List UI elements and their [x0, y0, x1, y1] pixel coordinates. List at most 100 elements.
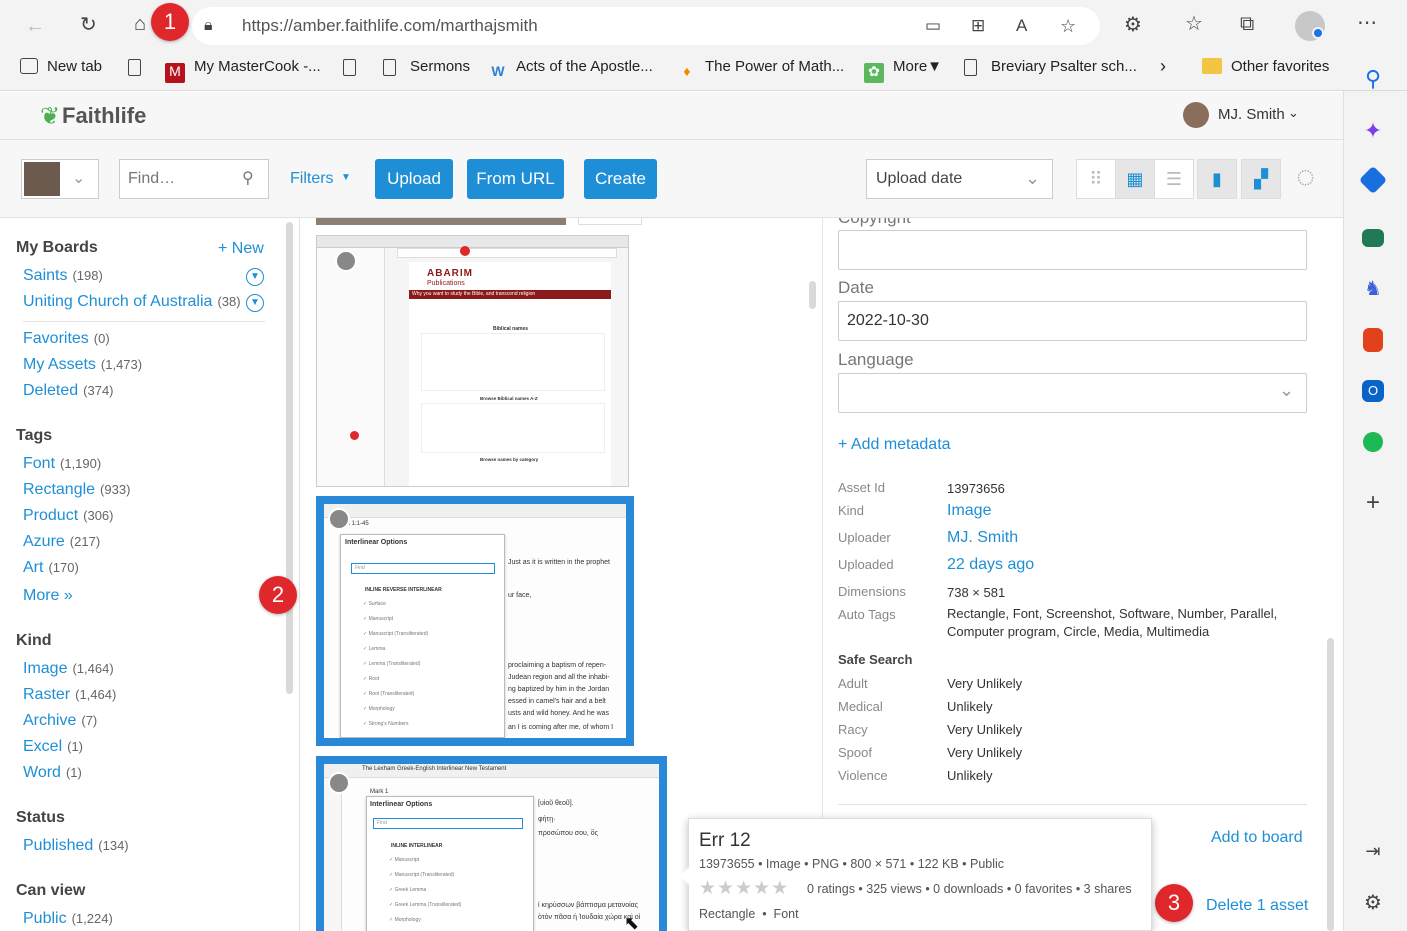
kind-archive[interactable]: Archive (7) [23, 712, 97, 730]
new-board-link[interactable]: + New [218, 240, 264, 258]
board-uniting-church[interactable]: Uniting Church of Australia (38) [23, 293, 241, 311]
tag-font[interactable]: Font (1,190) [23, 455, 101, 473]
kind-image[interactable]: Image (1,464) [23, 660, 114, 678]
my-boards-heading: My Boards [16, 239, 98, 256]
faithlife-logo[interactable]: Faithlife [62, 103, 146, 129]
add-metadata-link[interactable]: + Add metadata [838, 436, 951, 454]
search-input[interactable] [120, 160, 235, 198]
add-icon[interactable]: + [1360, 490, 1386, 516]
kind-raster[interactable]: Raster (1,464) [23, 686, 116, 704]
bookmark-blank[interactable] [128, 58, 155, 76]
tools-icon[interactable] [1362, 229, 1384, 247]
board-expand-icon[interactable]: ▼ [246, 294, 264, 312]
refresh-icon[interactable]: ↻ [80, 15, 97, 35]
address-bar[interactable]: 🔒︎ https://amber.faithlife.com/marthajsm… [192, 7, 1100, 45]
sort-select[interactable]: Upload date ⌄ [866, 159, 1053, 199]
copilot-icon[interactable]: ✦ [1360, 118, 1386, 144]
games-icon[interactable]: ♞ [1360, 276, 1386, 302]
popup-title[interactable]: Err 12 [699, 830, 751, 852]
uploader-link[interactable]: MJ. Smith [947, 529, 1287, 547]
bookmark-new-tab[interactable]: New tab [20, 58, 102, 75]
app-available-icon[interactable]: ▭ [925, 16, 941, 36]
bookmark-acts[interactable]: W Acts of the Apostle... [489, 58, 652, 83]
bookmark-mastercook[interactable]: M My MasterCook -... [165, 58, 321, 83]
upload-button[interactable]: Upload [375, 159, 453, 199]
board-expand-icon[interactable]: ▼ [246, 268, 264, 286]
asset-thumb-lexham[interactable]: The Lexham Greek-English Interlinear New… [316, 756, 667, 931]
uploaded-link[interactable]: 22 days ago [947, 556, 1287, 574]
view-grid-button[interactable]: ▦ [1115, 159, 1155, 199]
copyright-input[interactable] [838, 230, 1307, 270]
tags-more-link[interactable]: More » [23, 587, 73, 605]
favorites-icon[interactable]: ☆ [1185, 14, 1203, 34]
search-icon[interactable]: ⚲ [1360, 66, 1386, 92]
asset-thumb-partial[interactable] [316, 218, 566, 225]
search-icon[interactable]: ⚲ [242, 168, 254, 188]
board-saints[interactable]: Saints (198) [23, 267, 103, 285]
bookmark-more[interactable]: ✿ More▼ [864, 58, 942, 83]
nav-deleted[interactable]: Deleted (374) [23, 382, 114, 400]
outlook-icon[interactable]: O [1362, 380, 1384, 402]
rating-stars[interactable]: ★★★★★ [699, 877, 789, 900]
collections-icon[interactable]: ⧉ [1240, 14, 1254, 34]
page-icon [383, 59, 396, 76]
view-list-button[interactable]: ☰ [1154, 159, 1194, 199]
kind-link[interactable]: Image [947, 502, 1287, 520]
tag-rectangle[interactable]: Rectangle (933) [23, 481, 130, 499]
office-icon[interactable] [1363, 328, 1383, 352]
date-input[interactable]: 2022-10-30 [838, 301, 1307, 341]
from-url-button[interactable]: From URL [467, 159, 564, 199]
star-icon[interactable]: ★ [717, 878, 734, 899]
nav-my-assets[interactable]: My Assets (1,473) [23, 356, 142, 374]
asset-thumb-interlinear-selected[interactable]: Mk 1:1-45 Interlinear Options Find INLIN… [316, 496, 634, 746]
star-icon[interactable]: ★ [771, 878, 788, 899]
add-favorite-icon[interactable]: ☆ [1060, 16, 1076, 36]
chevron-down-icon[interactable]: ⌄ [1288, 105, 1299, 121]
tag-art[interactable]: Art (170) [23, 559, 79, 577]
tag-product[interactable]: Product (306) [23, 507, 114, 525]
search-box[interactable]: ⚲ [119, 159, 269, 199]
status-published[interactable]: Published (134) [23, 837, 129, 855]
asset-thumb-abarim[interactable]: ABARIM Publications Why you want to stud… [316, 235, 629, 487]
kind-excel[interactable]: Excel (1) [23, 738, 83, 756]
create-button[interactable]: Create [584, 159, 657, 199]
asset-thumb-partial-2[interactable] [578, 218, 642, 225]
nav-favorites[interactable]: Favorites (0) [23, 330, 110, 348]
popup-tags[interactable]: Rectangle • Font [699, 907, 799, 921]
add-to-board-link[interactable]: Add to board [1211, 829, 1303, 847]
hide-sidebar-icon[interactable]: ⇥ [1360, 838, 1386, 864]
bookmark-breviary[interactable]: Breviary Psalter sch... [964, 58, 1137, 76]
kind-word[interactable]: Word (1) [23, 764, 82, 782]
back-arrow-icon[interactable]: ← [25, 16, 45, 36]
view-detail-pane-button[interactable]: ▮ [1197, 159, 1237, 199]
more-menu-icon[interactable]: ⋯ [1357, 13, 1377, 33]
view-tiles-button[interactable]: ▞ [1241, 159, 1281, 199]
language-select[interactable] [838, 373, 1307, 413]
star-icon[interactable]: ★ [753, 878, 770, 899]
star-icon[interactable]: ★ [735, 878, 752, 899]
extensions-icon[interactable]: ⚙ [1124, 15, 1142, 35]
bookmark-sermons[interactable]: Sermons [383, 58, 470, 76]
spotify-icon[interactable] [1363, 432, 1383, 452]
bookmark-power-of-math[interactable]: ♦ The Power of Math... [678, 58, 844, 83]
user-avatar[interactable] [1183, 102, 1209, 128]
view-dense-grid-button[interactable]: ⠿ [1076, 159, 1116, 199]
chevron-right-icon[interactable]: › [1160, 56, 1166, 77]
thumb-text-line: an I is coming after me, of whom I [508, 724, 614, 731]
can-view-public[interactable]: Public (1,224) [23, 910, 113, 928]
nav-scrollbar[interactable] [286, 222, 293, 694]
star-icon[interactable]: ★ [699, 878, 716, 899]
apps-icon[interactable]: ⊞ [971, 16, 985, 36]
read-aloud-icon[interactable]: A [1016, 16, 1027, 36]
user-menu[interactable]: MJ. Smith [1218, 106, 1285, 123]
tag-azure[interactable]: Azure (217) [23, 533, 100, 551]
bookmark-other-favorites[interactable]: Other favorites [1202, 58, 1329, 75]
details-scrollbar[interactable] [1327, 638, 1334, 931]
settings-gear-icon[interactable]: ⚙ [1360, 890, 1386, 916]
home-icon[interactable]: ⌂ [134, 14, 146, 34]
bookmark-blank-2[interactable] [343, 58, 370, 76]
gallery-scrollbar[interactable] [809, 281, 816, 309]
delete-asset-link[interactable]: Delete 1 asset [1206, 897, 1308, 915]
filters-dropdown[interactable]: Filters [290, 170, 334, 188]
account-switcher[interactable]: ⌄ [21, 159, 99, 199]
